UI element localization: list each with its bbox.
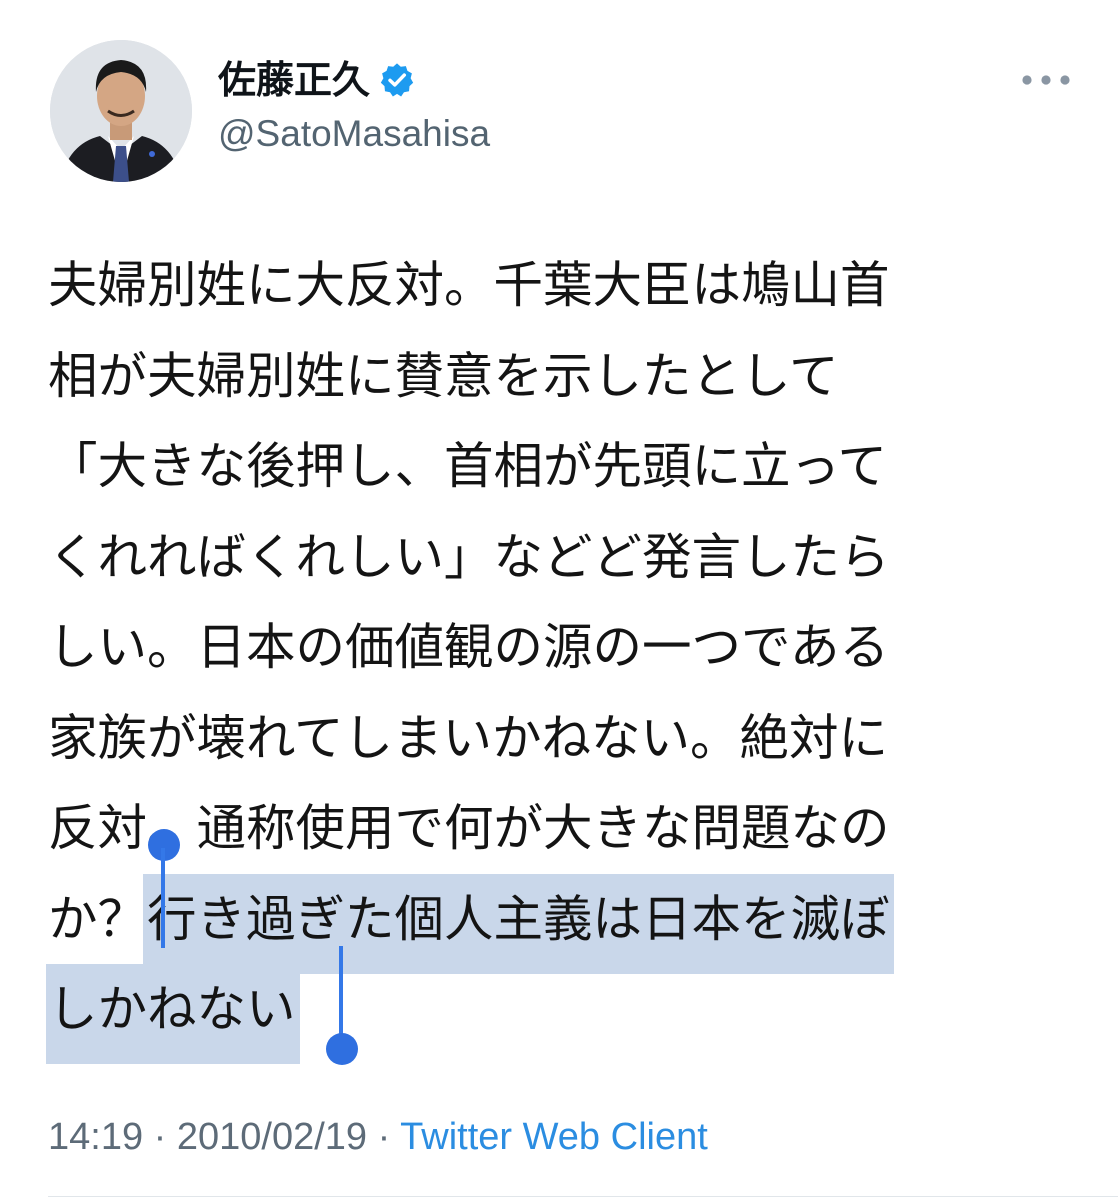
tweet-line: しい。日本の価値観の源の一つである [48, 618, 890, 676]
more-options-icon [1022, 75, 1070, 85]
tweet-date[interactable]: 2010/02/19 [177, 1116, 367, 1158]
selected-text[interactable]: しかねない [46, 964, 300, 1064]
tweet-meta: 14:19 · 2010/02/19 · Twitter Web Client [48, 1114, 708, 1160]
tweet-time: 14:19 [48, 1116, 144, 1158]
selection-start-bar [161, 848, 165, 948]
author-handle[interactable]: @SatoMasahisa [218, 112, 490, 156]
author-display-name: 佐藤正久 [218, 58, 371, 102]
tweet-text[interactable]: 夫婦別姓に大反対。千葉大臣は鳩山首 相が夫婦別姓に賛意を示したとして 「大きな後… [46, 240, 1078, 1064]
tweet-line: くれればくれしい」などど発言したら [48, 527, 890, 586]
author-avatar[interactable] [50, 40, 192, 182]
tweet-line: 相が夫婦別姓に賛意を示したとして [48, 346, 839, 405]
tweet-line: か？行き過ぎた個人主義は日本を滅ぼ [48, 873, 1078, 974]
tweet-line: しかねない [46, 964, 1078, 1064]
tweet-client-link[interactable]: Twitter Web Client [400, 1116, 708, 1158]
meta-separator: · [367, 1116, 401, 1158]
selected-text[interactable]: 行き過ぎた個人主義は日本を滅ぼ [143, 873, 894, 974]
selection-end-bar [339, 946, 343, 1046]
more-options-button[interactable] [1018, 60, 1074, 100]
tweet-line: 家族が壊れてしまいかねない。絶対に [48, 708, 889, 767]
profile-photo [50, 40, 192, 182]
author-name[interactable]: 佐藤正久 [218, 58, 416, 102]
tweet-line: 反対。通称使用で何が大きな問題なの [48, 799, 890, 857]
meta-separator: · [143, 1116, 177, 1158]
tweet-line: 「大きな後押し、首相が先頭に立って [48, 437, 888, 495]
selection-end-handle[interactable] [326, 1033, 358, 1065]
tweet-line: 夫婦別姓に大反対。千葉大臣は鳩山首 [48, 256, 890, 314]
verified-badge-icon [378, 61, 416, 99]
tweet-text-plain: か？ [48, 889, 147, 948]
divider [48, 1196, 1118, 1197]
